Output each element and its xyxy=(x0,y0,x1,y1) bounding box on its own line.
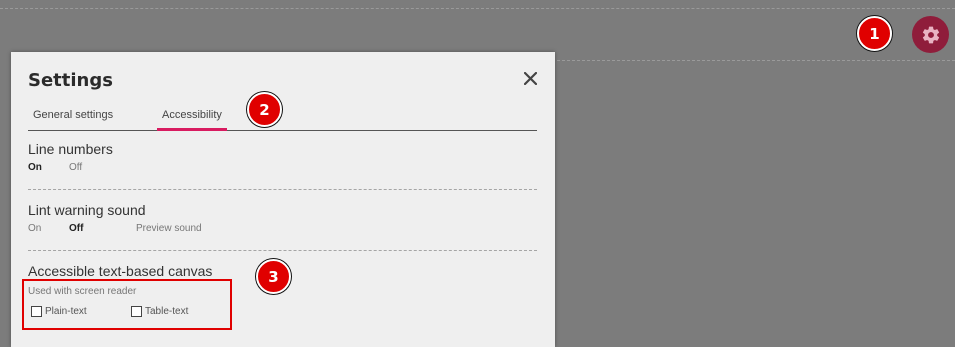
line-numbers-off-option[interactable]: Off xyxy=(69,162,82,173)
top-dashed-divider xyxy=(0,8,955,9)
close-icon xyxy=(523,71,537,85)
annotation-marker-1: 1 xyxy=(857,16,892,51)
lint-warning-on-option[interactable]: On xyxy=(28,223,41,234)
settings-button[interactable] xyxy=(912,16,949,53)
line-numbers-section: Line numbers On Off xyxy=(28,141,537,176)
highlight-box xyxy=(22,279,232,330)
right-dashed-divider xyxy=(557,60,955,61)
annotation-marker-2: 2 xyxy=(247,92,282,127)
active-tab-indicator xyxy=(157,128,227,131)
tab-general-settings[interactable]: General settings xyxy=(33,109,113,121)
lint-warning-options: On Off Preview sound xyxy=(28,223,537,237)
section-divider xyxy=(28,250,537,251)
gear-icon xyxy=(922,26,939,43)
panel-title: Settings xyxy=(28,70,113,91)
preview-sound-option[interactable]: Preview sound xyxy=(136,223,202,234)
lint-warning-off-option[interactable]: Off xyxy=(69,223,83,234)
annotation-marker-3: 3 xyxy=(256,259,291,294)
settings-tabs: General settings Accessibility xyxy=(28,107,537,131)
tab-accessibility[interactable]: Accessibility xyxy=(162,109,222,121)
line-numbers-title: Line numbers xyxy=(28,141,113,157)
line-numbers-on-option[interactable]: On xyxy=(28,162,42,173)
section-divider xyxy=(28,189,537,190)
close-button[interactable] xyxy=(520,68,540,88)
lint-warning-title: Lint warning sound xyxy=(28,202,146,218)
line-numbers-options: On Off xyxy=(28,162,537,176)
lint-warning-section: Lint warning sound On Off Preview sound xyxy=(28,202,537,237)
